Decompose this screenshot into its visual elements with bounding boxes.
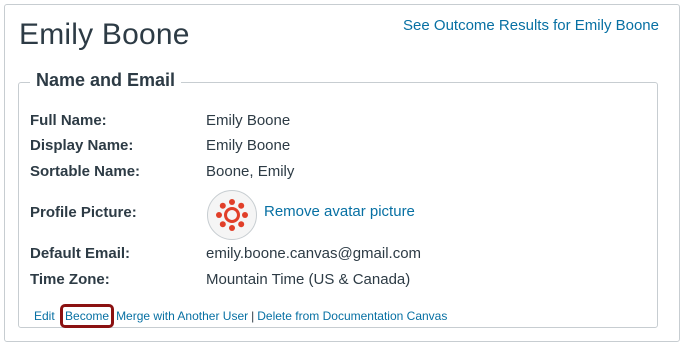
default-email-value: emily.boone.canvas@gmail.com xyxy=(206,245,422,262)
display-name-label: Display Name: xyxy=(30,137,134,154)
separator: | xyxy=(251,309,255,323)
delete-user-link[interactable]: Delete from Documentation Canvas xyxy=(257,309,447,323)
time-zone-value: Mountain Time (US & Canada) xyxy=(206,271,411,288)
canvas-logo-icon xyxy=(216,199,248,231)
remove-avatar-link[interactable]: Remove avatar picture xyxy=(264,202,415,222)
display-name-value: Emily Boone xyxy=(206,137,291,154)
full-name-value: Emily Boone xyxy=(206,112,291,129)
become-link[interactable]: Become xyxy=(65,309,109,323)
full-name-label: Full Name: xyxy=(30,112,107,129)
sortable-name-label: Sortable Name: xyxy=(30,163,141,180)
default-email-label: Default Email: xyxy=(30,245,131,262)
sortable-name-value: Boone, Emily xyxy=(206,163,295,180)
profile-picture-label: Profile Picture: xyxy=(30,204,137,221)
user-actions: Edit Become Merge with Another User | Delet… xyxy=(34,304,447,328)
become-highlight: Become xyxy=(60,304,115,328)
outcome-results-link[interactable]: See Outcome Results for Emily Boone xyxy=(403,17,659,34)
time-zone-label: Time Zone: xyxy=(30,271,110,288)
fieldset-legend: Name and Email xyxy=(30,70,182,91)
page-title: Emily Boone xyxy=(19,18,190,51)
edit-link[interactable]: Edit xyxy=(34,309,55,323)
merge-user-link[interactable]: Merge with Another User xyxy=(116,309,248,323)
avatar xyxy=(207,190,257,240)
